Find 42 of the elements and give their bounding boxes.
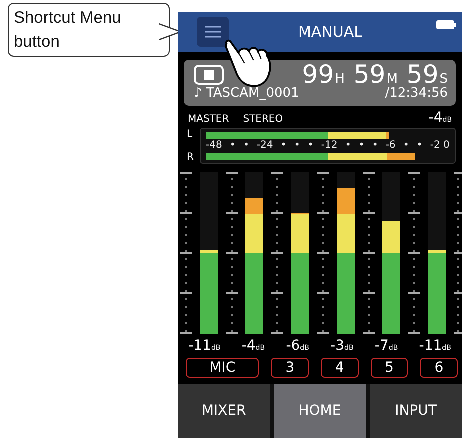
scale-label: • [416, 139, 423, 153]
scale-label: • [403, 139, 410, 153]
tab[interactable]: MIXER [178, 384, 270, 438]
scale-label: • [308, 139, 314, 153]
scale-label: -24 [256, 139, 274, 153]
hours-value: 99 [302, 63, 334, 87]
seconds-value: 59 [406, 63, 439, 87]
screen-title: MANUAL [297, 23, 364, 41]
master-label: MASTER [188, 114, 230, 125]
minutes-value: 59 [354, 63, 386, 87]
scale-label: • [294, 139, 300, 153]
scale-label: -6 [386, 139, 396, 153]
scale-label: -2 0 [430, 139, 450, 153]
menu-button[interactable] [197, 17, 229, 47]
input-button[interactable]: MIC [186, 358, 260, 378]
hours-unit: H [335, 72, 345, 87]
mode-label: STEREO [243, 114, 284, 125]
scale-label: -48 [206, 139, 222, 153]
input-button[interactable]: 3 [271, 358, 309, 378]
music-note-icon: ♪ [194, 86, 202, 101]
tab[interactable]: HOME [274, 384, 366, 438]
file-name: TASCAM_0001 [206, 86, 300, 101]
menu-icon [204, 25, 222, 39]
scale-label: -12 [321, 139, 338, 153]
scale-label: • [230, 139, 236, 153]
input-button[interactable]: 4 [321, 358, 359, 378]
scale-label: • [372, 139, 378, 153]
channel-letter: R [187, 152, 195, 163]
battery-icon [436, 20, 456, 30]
minutes-unit: M [386, 72, 398, 87]
scale-label: • [345, 139, 352, 153]
callout-label: Shortcut Menu button [8, 3, 170, 57]
input-button[interactable]: 5 [370, 358, 408, 378]
scale-label: • [280, 139, 287, 153]
tab[interactable]: INPUT [370, 384, 462, 438]
input-button[interactable]: 6 [420, 358, 458, 378]
scale-label: • [358, 139, 365, 153]
scale-label: • [243, 139, 250, 153]
channel-letter: L [187, 129, 194, 140]
seconds-unit: S [440, 72, 448, 87]
stop-icon [194, 65, 224, 85]
total-time: /12:34:56 [385, 86, 448, 102]
